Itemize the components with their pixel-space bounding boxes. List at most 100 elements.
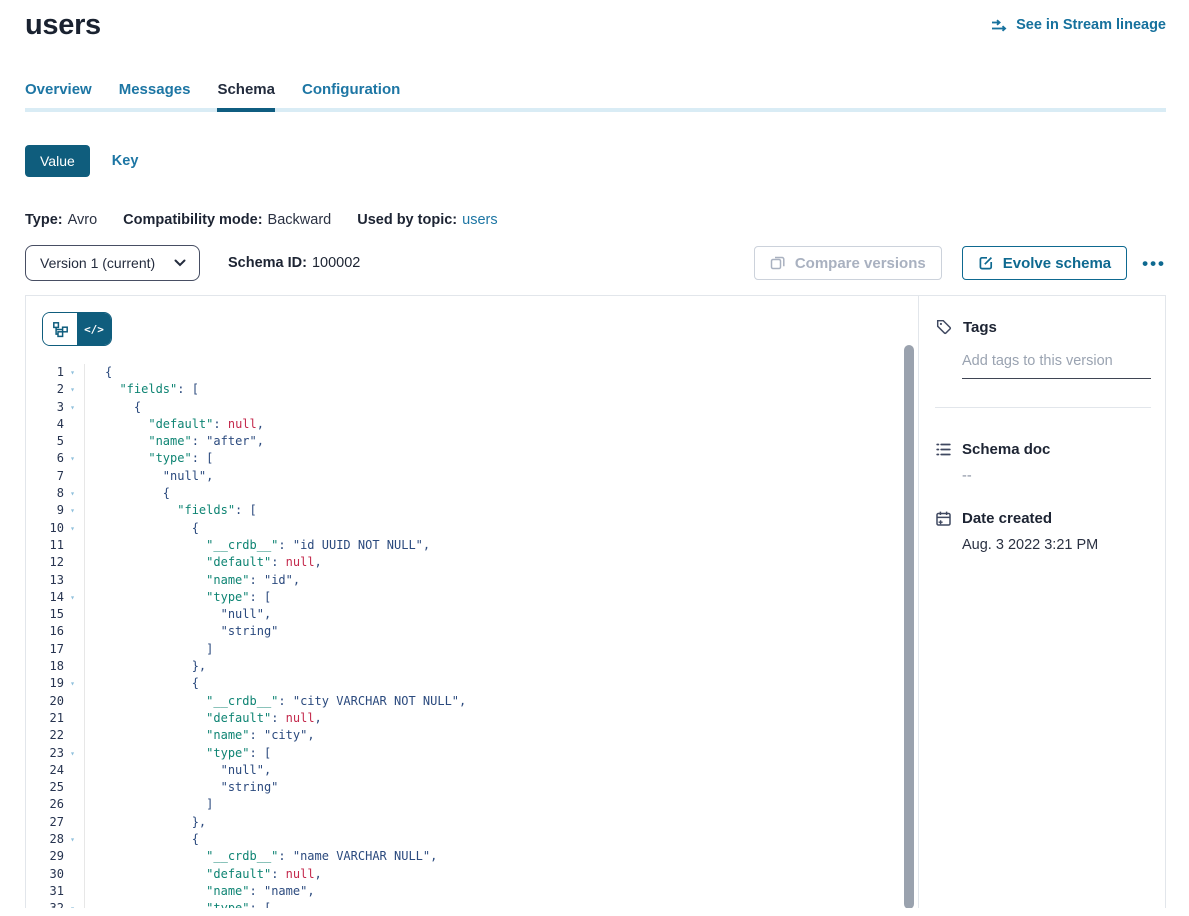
code-line: 27 },	[26, 814, 918, 831]
meta-compat-label: Compatibility mode:	[123, 212, 262, 228]
code-text: "fields": [	[84, 381, 918, 398]
fold-toggle-icon[interactable]: ▾	[64, 900, 81, 908]
list-icon	[935, 441, 952, 458]
tab-overview[interactable]: Overview	[25, 81, 92, 108]
code-text: {	[84, 399, 918, 416]
code-line: 9▾ "fields": [	[26, 502, 918, 519]
compare-versions-label: Compare versions	[795, 255, 926, 272]
code-line: 15 "null",	[26, 606, 918, 623]
code-line: 18 },	[26, 658, 918, 675]
code-text: "string"	[84, 623, 918, 640]
line-number: 9	[26, 502, 64, 519]
code-text: "type": [	[84, 900, 918, 908]
fold-toggle-icon[interactable]: ▾	[64, 502, 81, 519]
code-line: 22 "name": "city",	[26, 727, 918, 744]
code-text: "name": "city",	[84, 727, 918, 744]
fold-toggle-icon[interactable]: ▾	[64, 364, 81, 381]
schema-meta: Type:Avro Compatibility mode:Backward Us…	[25, 212, 1166, 228]
compare-versions-button[interactable]: Compare versions	[754, 246, 942, 280]
code-text: "default": null,	[84, 554, 918, 571]
value-toggle-button[interactable]: Value	[25, 145, 90, 177]
code-line: 16 "string"	[26, 623, 918, 640]
stream-lineage-link[interactable]: See in Stream lineage	[991, 17, 1166, 33]
fold-toggle-icon[interactable]: ▾	[64, 745, 81, 762]
evolve-schema-button[interactable]: Evolve schema	[962, 246, 1127, 280]
line-number: 5	[26, 433, 64, 450]
fold-toggle-icon[interactable]: ▾	[64, 520, 81, 537]
tree-view-button[interactable]	[43, 313, 77, 345]
tag-icon	[935, 318, 953, 336]
tab-schema[interactable]: Schema	[217, 81, 275, 108]
sidebar-divider	[935, 407, 1151, 408]
code-text: "default": null,	[84, 710, 918, 727]
schema-doc-title: Schema doc	[962, 441, 1050, 458]
code-view-icon: </>	[84, 323, 104, 336]
schema-sidebar: Tags Schema doc --	[919, 296, 1165, 908]
schema-editor[interactable]: </> 1▾{2▾ "fields": [3▾ {4 "default": nu…	[26, 296, 919, 908]
code-line: 28▾ {	[26, 831, 918, 848]
line-number: 24	[26, 762, 64, 779]
code-line: 25 "string"	[26, 779, 918, 796]
line-number: 32	[26, 900, 64, 908]
line-number: 22	[26, 727, 64, 744]
code-view-button[interactable]: </>	[77, 313, 111, 345]
tab-messages[interactable]: Messages	[119, 81, 191, 108]
scrollbar-thumb[interactable]	[904, 345, 914, 908]
fold-toggle-icon[interactable]: ▾	[64, 589, 81, 606]
schema-id: Schema ID: 100002	[228, 255, 360, 271]
code-text: {	[84, 485, 918, 502]
code-text: "name": "after",	[84, 433, 918, 450]
fold-toggle-icon[interactable]: ▾	[64, 450, 81, 467]
fold-gutter	[64, 814, 81, 831]
line-number: 10	[26, 520, 64, 537]
tab-bar: Overview Messages Schema Configuration	[25, 81, 1166, 108]
line-number: 25	[26, 779, 64, 796]
tab-configuration[interactable]: Configuration	[302, 81, 400, 108]
fold-toggle-icon[interactable]: ▾	[64, 381, 81, 398]
fold-gutter	[64, 848, 81, 865]
code-line: 20 "__crdb__": "city VARCHAR NOT NULL",	[26, 693, 918, 710]
code-line: 17 ]	[26, 641, 918, 658]
code-text: },	[84, 658, 918, 675]
fold-toggle-icon[interactable]: ▾	[64, 831, 81, 848]
schema-id-value: 100002	[312, 255, 360, 271]
code-text: "type": [	[84, 745, 918, 762]
code-line: 10▾ {	[26, 520, 918, 537]
line-number: 17	[26, 641, 64, 658]
code-line: 24 "null",	[26, 762, 918, 779]
code-text: {	[84, 364, 918, 381]
line-number: 29	[26, 848, 64, 865]
fold-toggle-icon[interactable]: ▾	[64, 675, 81, 692]
code-text: ]	[84, 796, 918, 813]
line-number: 15	[26, 606, 64, 623]
page-header: users See in Stream lineage	[25, 0, 1166, 42]
tree-view-icon	[52, 321, 69, 338]
fold-gutter	[64, 468, 81, 485]
line-number: 14	[26, 589, 64, 606]
meta-type: Type:Avro	[25, 212, 97, 228]
version-select[interactable]: Version 1 (current)	[25, 245, 200, 281]
code-text: "fields": [	[84, 502, 918, 519]
line-number: 13	[26, 572, 64, 589]
schema-panel: </> 1▾{2▾ "fields": [3▾ {4 "default": nu…	[25, 295, 1166, 908]
code-line: 4 "default": null,	[26, 416, 918, 433]
meta-compatibility: Compatibility mode:Backward	[123, 212, 331, 228]
more-options-button[interactable]: •••	[1142, 255, 1166, 272]
line-number: 19	[26, 675, 64, 692]
stream-lineage-icon	[991, 18, 1009, 33]
fold-gutter	[64, 883, 81, 900]
key-toggle-button[interactable]: Key	[112, 153, 139, 169]
code-text: {	[84, 520, 918, 537]
fold-gutter	[64, 641, 81, 658]
fold-toggle-icon[interactable]: ▾	[64, 399, 81, 416]
code-line: 2▾ "fields": [	[26, 381, 918, 398]
line-number: 1	[26, 364, 64, 381]
fold-toggle-icon[interactable]: ▾	[64, 485, 81, 502]
schema-id-label: Schema ID:	[228, 255, 307, 271]
line-number: 3	[26, 399, 64, 416]
tags-input[interactable]	[962, 353, 1151, 379]
code-line: 5 "name": "after",	[26, 433, 918, 450]
line-number: 16	[26, 623, 64, 640]
topic-link[interactable]: users	[462, 212, 497, 228]
code-text: "type": [	[84, 450, 918, 467]
